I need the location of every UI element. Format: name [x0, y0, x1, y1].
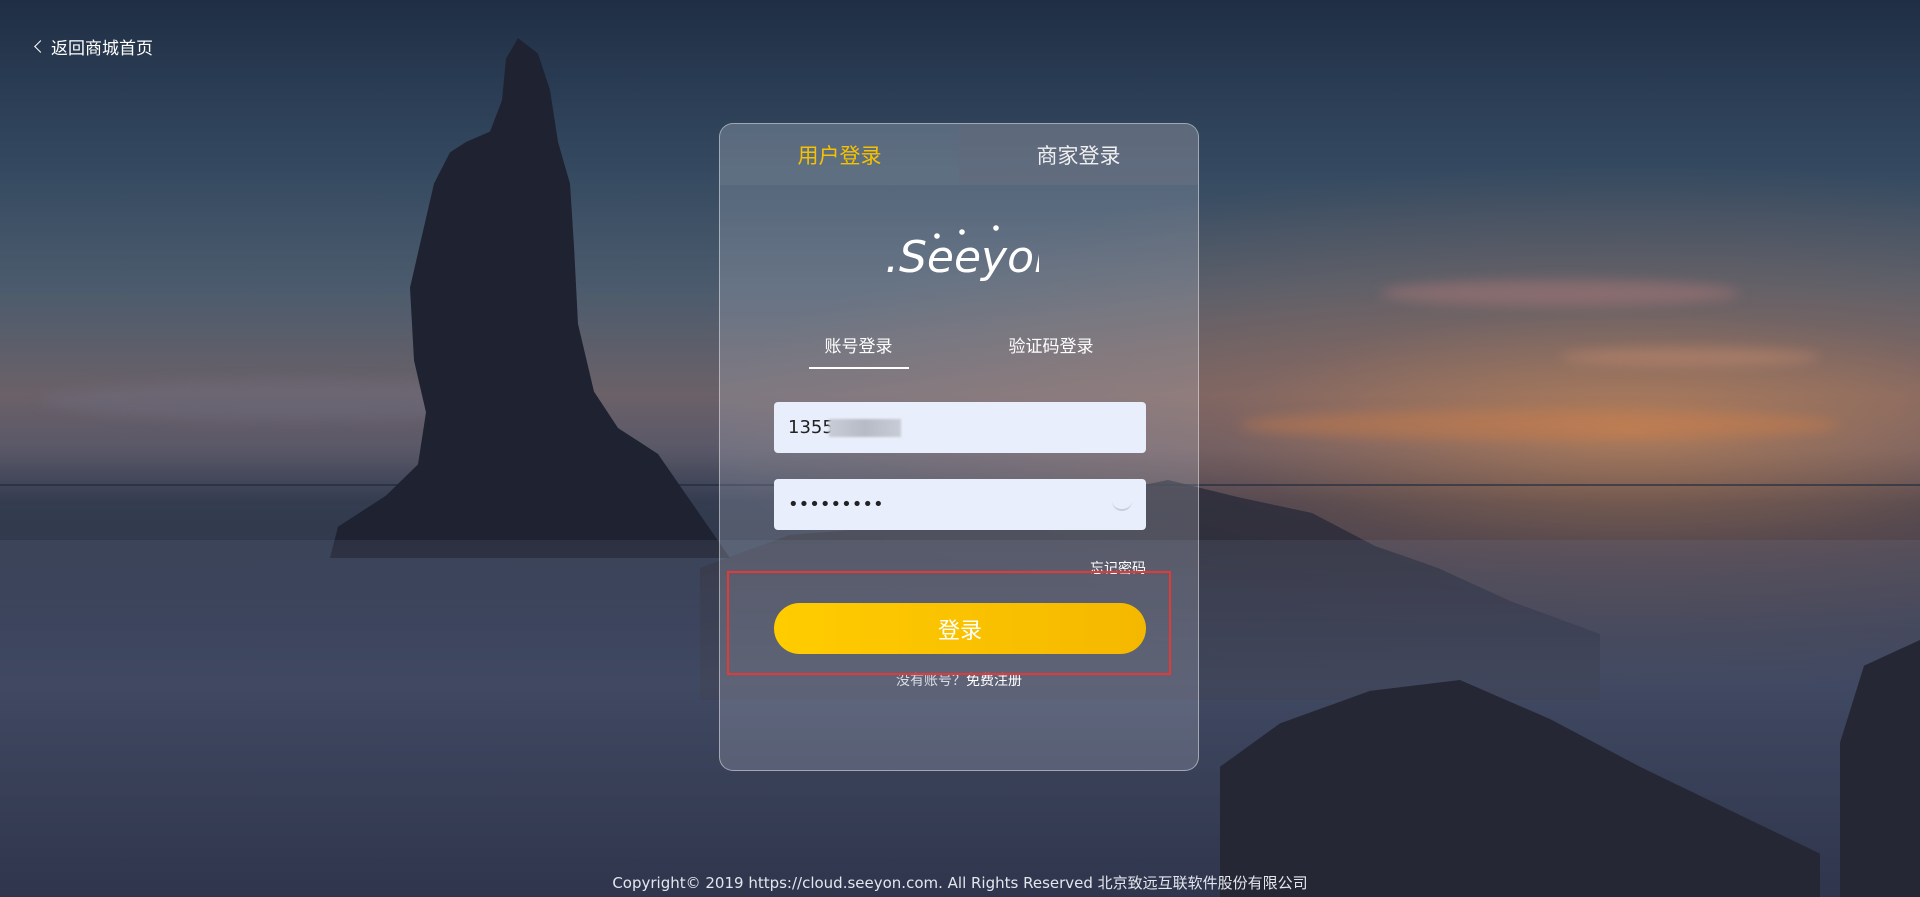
login-button[interactable]: 登录 — [774, 603, 1146, 654]
register-link[interactable]: 免费注册 — [966, 673, 1022, 689]
back-link-label: 返回商城首页 — [51, 39, 153, 59]
footer-copyright: Copyright© 2019 https://cloud.seeyon.com… — [612, 874, 1308, 892]
logo-text: .Seeyon — [885, 232, 1039, 283]
forgot-password-link[interactable]: 忘记密码 — [1090, 558, 1146, 578]
password-field[interactable] — [774, 479, 1146, 530]
login-card: 用户登录 商家登录 .Seeyon 账号登录 验证码登录 忘记密码 登录 没有账… — [719, 123, 1199, 771]
tab-merchant-login[interactable]: 商家登录 — [959, 124, 1198, 185]
password-input[interactable] — [774, 479, 1146, 530]
login-type-tabs: 用户登录 商家登录 — [720, 124, 1198, 185]
eye-closed-icon[interactable] — [1112, 501, 1132, 511]
redacted-mask — [829, 419, 901, 437]
account-field[interactable] — [774, 402, 1146, 453]
register-prompt-text: 没有账号？ — [896, 673, 966, 689]
tab-sms-code-login[interactable]: 验证码登录 — [993, 332, 1110, 369]
back-to-mall-link[interactable]: 返回商城首页 — [34, 34, 153, 59]
chevron-left-icon — [34, 40, 47, 53]
tab-account-login[interactable]: 账号登录 — [808, 332, 909, 369]
login-method-tabs: 账号登录 验证码登录 — [720, 332, 1198, 369]
register-prompt: 没有账号？免费注册 — [720, 670, 1198, 690]
seeyon-logo: .Seeyon — [720, 224, 1198, 304]
tab-user-login[interactable]: 用户登录 — [720, 124, 959, 185]
